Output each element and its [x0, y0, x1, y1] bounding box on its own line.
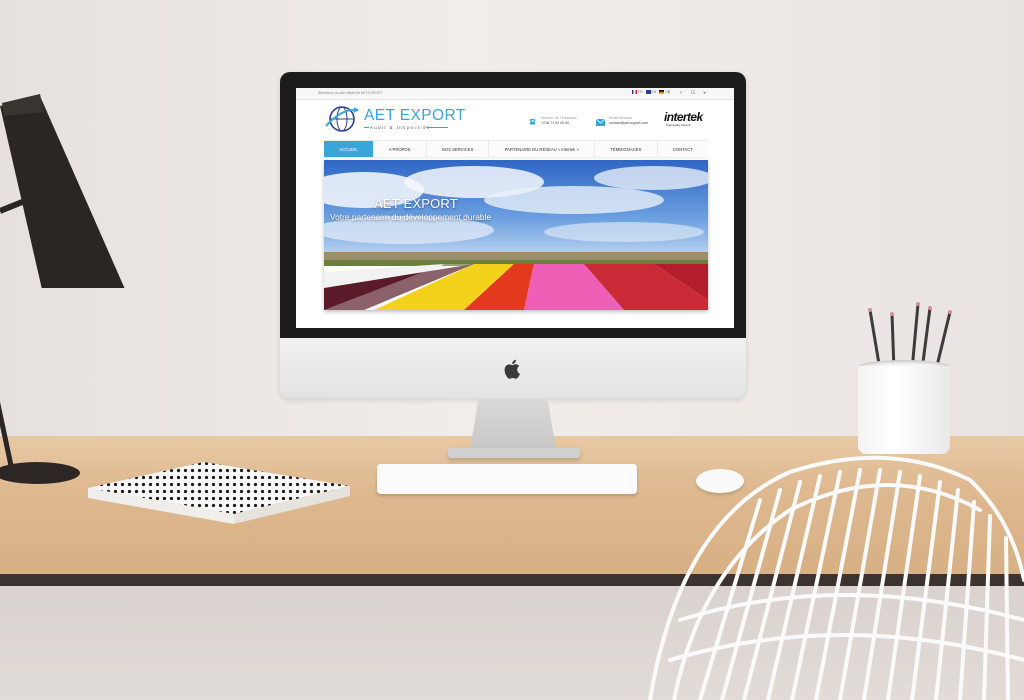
hero-title: AET EXPORT	[374, 196, 458, 211]
phone-block: Numéro de Téléphone +216 71 00 00 00	[541, 116, 577, 126]
tagline-rule-left	[364, 127, 369, 128]
email-block: Email Address contact@aet-export.com	[609, 116, 648, 126]
phone-icon	[529, 118, 536, 125]
flag-en-icon	[645, 90, 651, 94]
apple-logo-icon	[504, 359, 520, 379]
twitter-icon[interactable]: 𝑡	[678, 89, 684, 97]
social-links: f 𝑡 G ▸	[666, 89, 708, 97]
nav-item-partenaire[interactable]: PARTENAIRE DU RÉSEAU « Intertek »	[489, 141, 595, 157]
language-switcher: FR EN DE	[632, 90, 670, 94]
email-address[interactable]: contact@aet-export.com	[609, 121, 648, 126]
intertek-tagline: Total Quality Assured	[666, 124, 691, 127]
intertek-logo[interactable]: intertek	[664, 110, 703, 124]
language-label: FR	[638, 90, 643, 94]
aet-globe-logo-icon[interactable]	[324, 104, 360, 134]
wire-chair	[648, 455, 1024, 700]
website-screen: Bienvenue au site officiel de AET EXPORT…	[296, 88, 734, 328]
desk-lamp-shade	[0, 94, 125, 288]
email-icon	[596, 119, 605, 126]
monitor-stand-foot	[448, 448, 580, 458]
nav-item-temoignages[interactable]: TÉMOIGNAGES	[595, 141, 658, 157]
monitor-stand	[470, 398, 556, 450]
tagline-rule-right	[426, 127, 448, 128]
main-nav: ACCUEIL A PROPOS NOS SERVICES PARTENAIRE…	[324, 140, 708, 158]
welcome-text: Bienvenue au site officiel de AET EXPORT	[318, 91, 383, 95]
language-label: EN	[651, 90, 657, 94]
brand-tagline: Audit & Inspection	[370, 125, 431, 130]
language-en[interactable]: EN	[645, 90, 657, 94]
flag-de-icon	[659, 90, 665, 94]
youtube-icon[interactable]: ▸	[702, 89, 708, 97]
nav-item-a-propos[interactable]: A PROPOS	[374, 141, 427, 157]
brand-name[interactable]: AET EXPORT	[364, 107, 466, 125]
top-bar: Bienvenue au site officiel de AET EXPORT…	[296, 88, 734, 100]
hero-flower-field-image	[324, 160, 708, 310]
language-fr[interactable]: FR	[632, 90, 643, 94]
keyboard	[377, 464, 637, 494]
polka-dot-notebook	[88, 462, 350, 524]
facebook-icon[interactable]: f	[666, 89, 672, 97]
pencil-cup	[858, 366, 950, 454]
hero-banner: AET EXPORT Votre partenaire du développe…	[324, 160, 708, 310]
flag-fr-icon	[632, 90, 637, 94]
nav-item-contact[interactable]: CONTACT	[658, 141, 708, 157]
google-icon[interactable]: G	[690, 89, 696, 97]
nav-item-accueil[interactable]: ACCUEIL	[324, 141, 374, 157]
phone-number[interactable]: +216 71 00 00 00	[541, 121, 577, 126]
hero-subtitle: Votre partenaire du développement durabl…	[330, 212, 492, 222]
nav-item-nos-services[interactable]: NOS SERVICES	[427, 141, 490, 157]
